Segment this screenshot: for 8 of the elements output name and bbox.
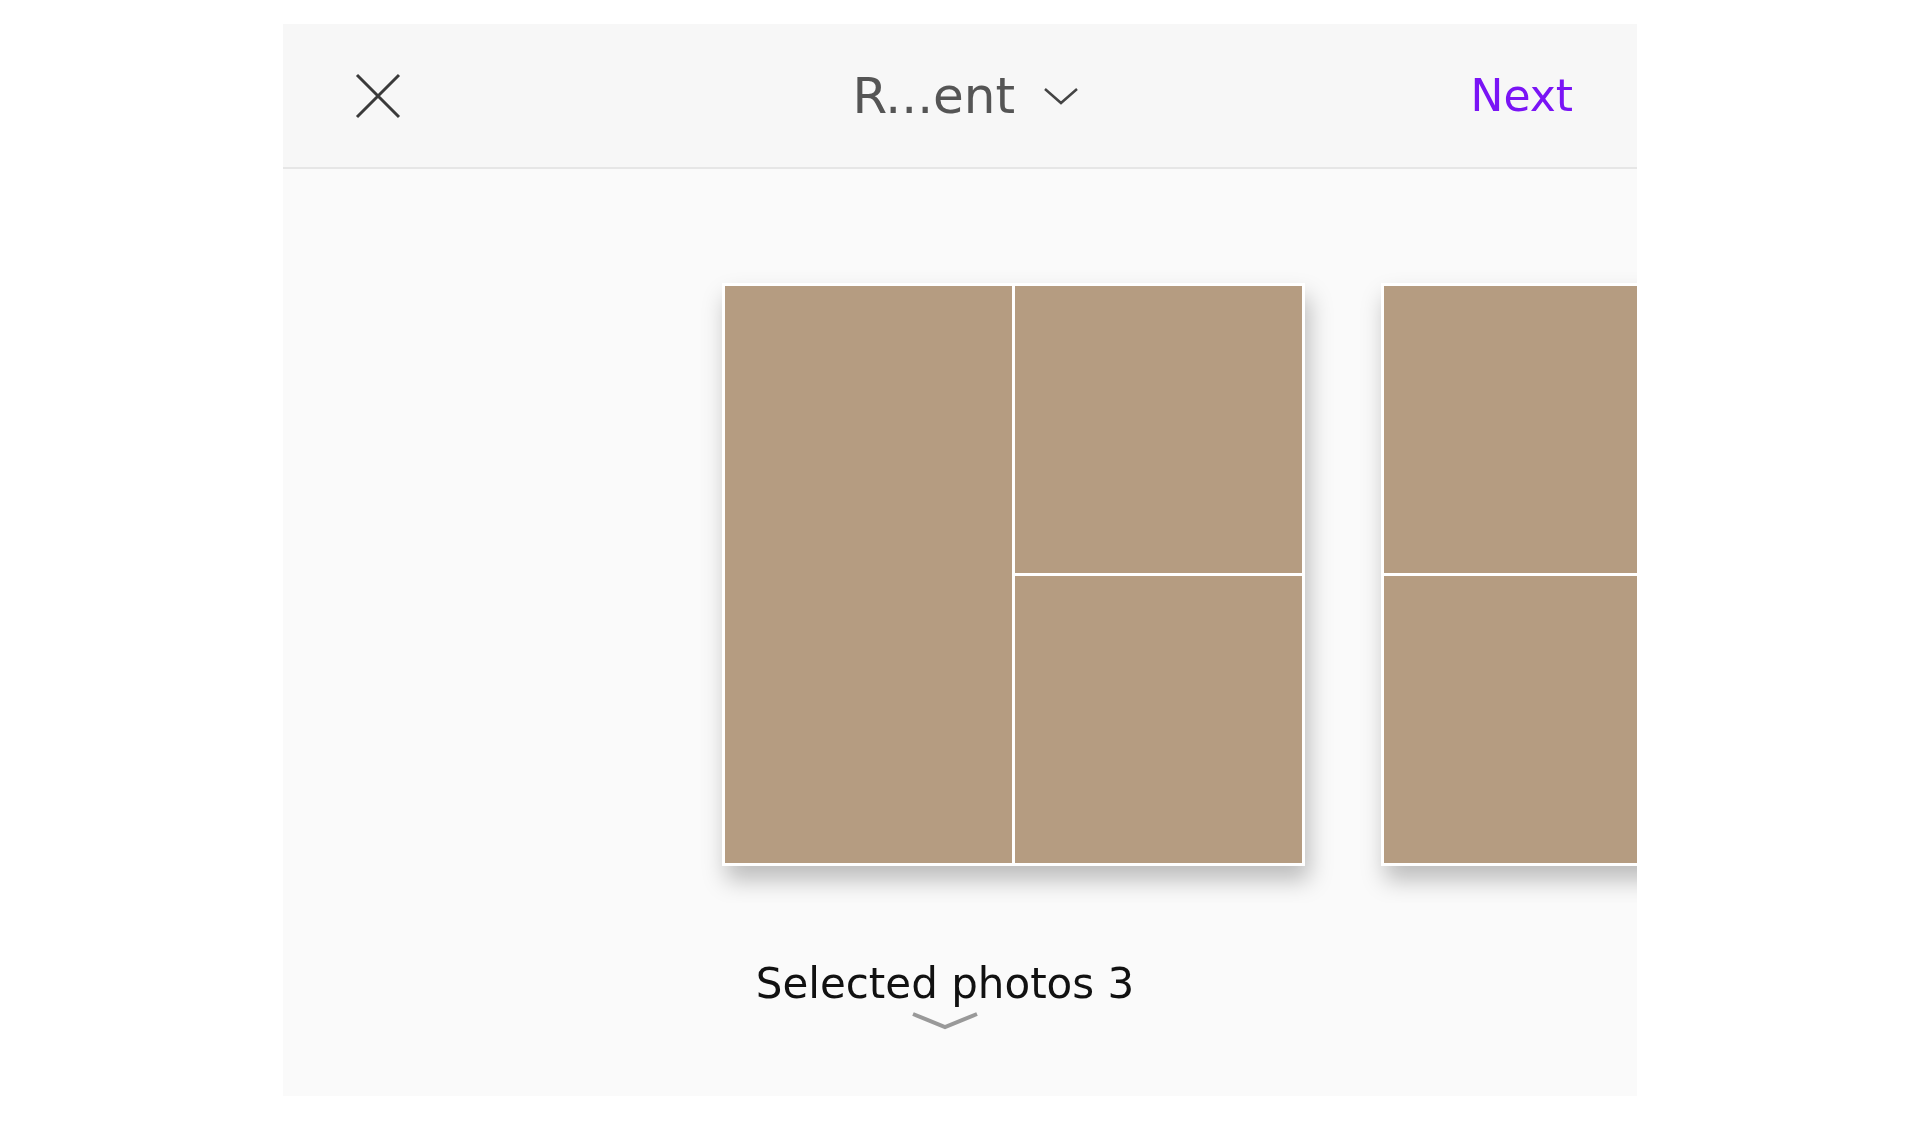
close-button[interactable]	[355, 72, 401, 119]
selected-photos-label: Selected photos 3	[755, 959, 1135, 1008]
album-dropdown[interactable]: R...ent	[852, 66, 1080, 125]
chevron-down-icon[interactable]	[911, 1012, 979, 1030]
next-button[interactable]: Next	[1470, 70, 1573, 121]
collage-layout[interactable]	[722, 283, 1305, 866]
chevron-down-icon	[1043, 85, 1080, 106]
close-icon	[355, 72, 401, 119]
